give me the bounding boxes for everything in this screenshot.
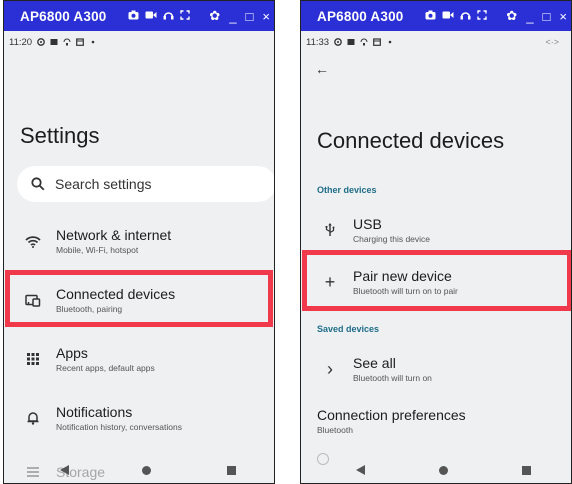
window-title: AP6800 A300 bbox=[317, 8, 404, 24]
minimize-button[interactable]: _ bbox=[229, 9, 236, 24]
video-icon[interactable] bbox=[145, 7, 157, 25]
search-icon bbox=[31, 177, 45, 191]
back-arrow-icon[interactable]: ← bbox=[315, 61, 329, 77]
camera-icon[interactable] bbox=[128, 7, 139, 25]
headset-icon[interactable] bbox=[460, 7, 471, 25]
window-titlebar: AP6800 A300 ✿ _ □ × bbox=[4, 1, 274, 31]
android-nav-bar bbox=[301, 457, 571, 483]
connection-preferences-item[interactable]: Connection preferences Bluetooth bbox=[301, 396, 571, 446]
chevron-right-icon: › bbox=[327, 358, 333, 379]
status-settings-icon bbox=[37, 38, 45, 46]
android-status-bar: 11:20 bbox=[4, 32, 274, 52]
wifi-icon bbox=[24, 232, 42, 250]
close-button[interactable]: × bbox=[262, 9, 270, 24]
settings-gear-icon[interactable]: ✿ bbox=[506, 8, 517, 24]
android-nav-bar bbox=[4, 457, 274, 483]
headset-icon[interactable] bbox=[163, 7, 174, 25]
status-cast-icon bbox=[63, 38, 71, 46]
settings-item-notifications[interactable]: Notifications Notification history, conv… bbox=[4, 393, 274, 443]
item-subtitle: Mobile, Wi-Fi, hotspot bbox=[56, 245, 139, 255]
toolbar bbox=[128, 1, 196, 31]
status-time: 11:20 bbox=[9, 36, 33, 48]
settings-screen: AP6800 A300 ✿ _ □ × 11:20 Settings Searc… bbox=[3, 0, 275, 484]
minimize-button[interactable]: _ bbox=[526, 9, 533, 24]
item-title: Apps bbox=[56, 345, 88, 361]
item-subtitle: Notification history, conversations bbox=[56, 422, 182, 432]
highlight-box bbox=[302, 250, 571, 311]
window-title: AP6800 A300 bbox=[20, 8, 107, 24]
fullscreen-icon[interactable] bbox=[477, 7, 487, 25]
status-calendar-icon bbox=[373, 38, 381, 46]
status-time: 11:33 bbox=[306, 36, 330, 48]
toolbar bbox=[425, 1, 493, 31]
nav-back-icon[interactable] bbox=[356, 465, 365, 475]
section-header-other-devices: Other devices bbox=[317, 185, 377, 195]
nav-back-icon[interactable] bbox=[60, 465, 69, 475]
android-status-bar: 11:33 <·> bbox=[301, 32, 571, 52]
status-square-icon bbox=[347, 39, 355, 45]
maximize-button[interactable]: □ bbox=[246, 9, 254, 24]
window-titlebar: AP6800 A300 ✿ _ □ × bbox=[301, 1, 571, 31]
status-dot-icon bbox=[388, 40, 392, 44]
item-title: Notifications bbox=[56, 404, 133, 420]
bell-icon bbox=[24, 409, 42, 427]
status-calendar-icon bbox=[76, 38, 84, 46]
device-item-see-all[interactable]: › See all Bluetooth will turn on bbox=[301, 344, 571, 394]
section-header-saved-devices: Saved devices bbox=[317, 324, 380, 334]
close-button[interactable]: × bbox=[559, 9, 567, 24]
settings-gear-icon[interactable]: ✿ bbox=[209, 8, 220, 24]
settings-item-network[interactable]: Network & internet Mobile, Wi-Fi, hotspo… bbox=[4, 216, 274, 266]
search-placeholder: Search settings bbox=[55, 176, 152, 192]
nav-recents-icon[interactable] bbox=[522, 465, 531, 475]
fullscreen-icon[interactable] bbox=[180, 7, 190, 25]
camera-icon[interactable] bbox=[425, 7, 436, 25]
status-square-icon bbox=[50, 39, 58, 45]
item-subtitle: Recent apps, default apps bbox=[56, 363, 155, 373]
item-title: USB bbox=[353, 216, 382, 232]
page-title: Connected devices bbox=[317, 128, 505, 153]
nav-home-icon[interactable] bbox=[142, 465, 151, 475]
item-subtitle: Bluetooth will turn on bbox=[353, 373, 432, 383]
page-title: Settings bbox=[20, 123, 100, 148]
usb-icon bbox=[321, 221, 339, 239]
window-controls: ✿ _ □ × bbox=[506, 1, 567, 31]
status-cast-icon bbox=[360, 38, 368, 46]
item-title: See all bbox=[353, 355, 396, 371]
highlight-box bbox=[5, 270, 273, 327]
search-bar[interactable]: Search settings bbox=[17, 166, 274, 202]
connected-devices-screen: AP6800 A300 ✿ _ □ × 11:33 <·> ← Connecte… bbox=[300, 0, 572, 484]
status-settings-icon bbox=[334, 38, 342, 46]
nav-recents-icon[interactable] bbox=[227, 465, 236, 475]
apps-grid-icon bbox=[24, 350, 42, 368]
window-controls: ✿ _ □ × bbox=[209, 1, 270, 31]
status-dot-icon bbox=[91, 40, 95, 44]
item-subtitle: Charging this device bbox=[353, 234, 431, 244]
nav-home-icon[interactable] bbox=[439, 465, 448, 475]
item-subtitle: Bluetooth bbox=[317, 425, 353, 435]
video-icon[interactable] bbox=[442, 7, 454, 25]
device-item-usb[interactable]: USB Charging this device bbox=[301, 205, 571, 255]
maximize-button[interactable]: □ bbox=[543, 9, 551, 24]
status-code-icon: <·> bbox=[545, 37, 559, 47]
item-title: Connection preferences bbox=[317, 407, 466, 423]
settings-item-apps[interactable]: Apps Recent apps, default apps bbox=[4, 334, 274, 384]
item-title: Network & internet bbox=[56, 227, 172, 243]
